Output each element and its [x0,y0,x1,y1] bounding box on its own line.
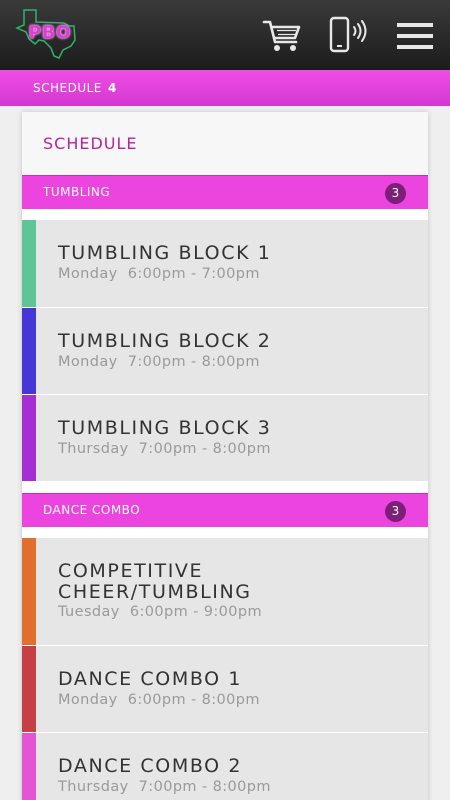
item-day: Monday [58,692,118,708]
logo-text: PBO [28,23,72,43]
breadcrumb-label[interactable]: SCHEDULE [33,81,102,95]
section-header-tumbling[interactable]: TUMBLING 3 [22,175,428,209]
item-time-range: 7:00pm - 8:00pm [127,354,260,370]
schedule-item[interactable]: DANCE COMBO 1 Monday 6:00pm - 8:00pm [22,646,428,732]
item-schedule: Monday 7:00pm - 8:00pm [58,354,260,370]
item-day: Thursday [58,441,129,457]
top-bar: PBO [0,0,450,70]
item-time-range: 7:00pm - 8:00pm [138,441,271,457]
item-time-range: 6:00pm - 7:00pm [127,266,260,282]
item-title: TUMBLING BLOCK 2 [58,330,272,352]
schedule-card: SCHEDULE TUMBLING 3 TUMBLING BLOCK 1 Mon… [22,112,428,800]
breadcrumb: SCHEDULE 4 [0,70,450,106]
schedule-item[interactable]: DANCE COMBO 2 Thursday 7:00pm - 8:00pm [22,733,428,800]
count-badge: 3 [385,183,406,204]
item-time-range: 7:00pm - 8:00pm [138,779,271,795]
section-header-dance-combo[interactable]: DANCE COMBO 3 [22,493,428,527]
page-title: SCHEDULE [43,134,138,153]
section-label: TUMBLING [43,185,111,199]
color-stripe [22,220,36,307]
item-schedule: Monday 6:00pm - 8:00pm [58,692,260,708]
schedule-item[interactable]: TUMBLING BLOCK 3 Thursday 7:00pm - 8:00p… [22,395,428,481]
item-time-range: 6:00pm - 9:00pm [129,604,263,620]
item-schedule: Thursday 7:00pm - 8:00pm [58,779,271,795]
item-schedule: Monday 6:00pm - 7:00pm [58,266,260,282]
schedule-item[interactable]: TUMBLING BLOCK 1 Monday 6:00pm - 7:00pm [22,220,428,307]
phone-signal-icon[interactable] [328,16,370,54]
color-stripe [22,646,36,732]
color-stripe [22,733,36,800]
color-stripe [22,538,36,645]
item-day: Monday [58,266,118,282]
item-time-range: 6:00pm - 8:00pm [127,692,260,708]
item-schedule: Thursday 7:00pm - 8:00pm [58,441,271,457]
count-badge: 3 [385,501,406,522]
hamburger-menu-icon[interactable] [396,22,434,50]
item-day: Monday [58,354,118,370]
item-title: TUMBLING BLOCK 3 [58,417,272,439]
schedule-item[interactable]: COMPETITIVE CHEER/TUMBLING Tuesday 6:00p… [22,538,428,645]
card-header: SCHEDULE [22,112,428,174]
color-stripe [22,308,36,394]
color-stripe [22,395,36,481]
breadcrumb-count: 4 [108,81,117,95]
cart-icon[interactable] [262,18,302,54]
item-day: Tuesday [58,604,120,620]
logo[interactable]: PBO [14,6,82,62]
item-day: Thursday [58,779,129,795]
item-title: TUMBLING BLOCK 1 [58,242,272,264]
schedule-item[interactable]: TUMBLING BLOCK 2 Monday 7:00pm - 8:00pm [22,308,428,394]
item-title: DANCE COMBO 1 [58,668,243,690]
item-title: DANCE COMBO 2 [58,755,243,777]
section-label: DANCE COMBO [43,503,141,517]
item-schedule: Tuesday 6:00pm - 9:00pm [58,604,262,620]
item-title: COMPETITIVE CHEER/TUMBLING [58,560,252,603]
